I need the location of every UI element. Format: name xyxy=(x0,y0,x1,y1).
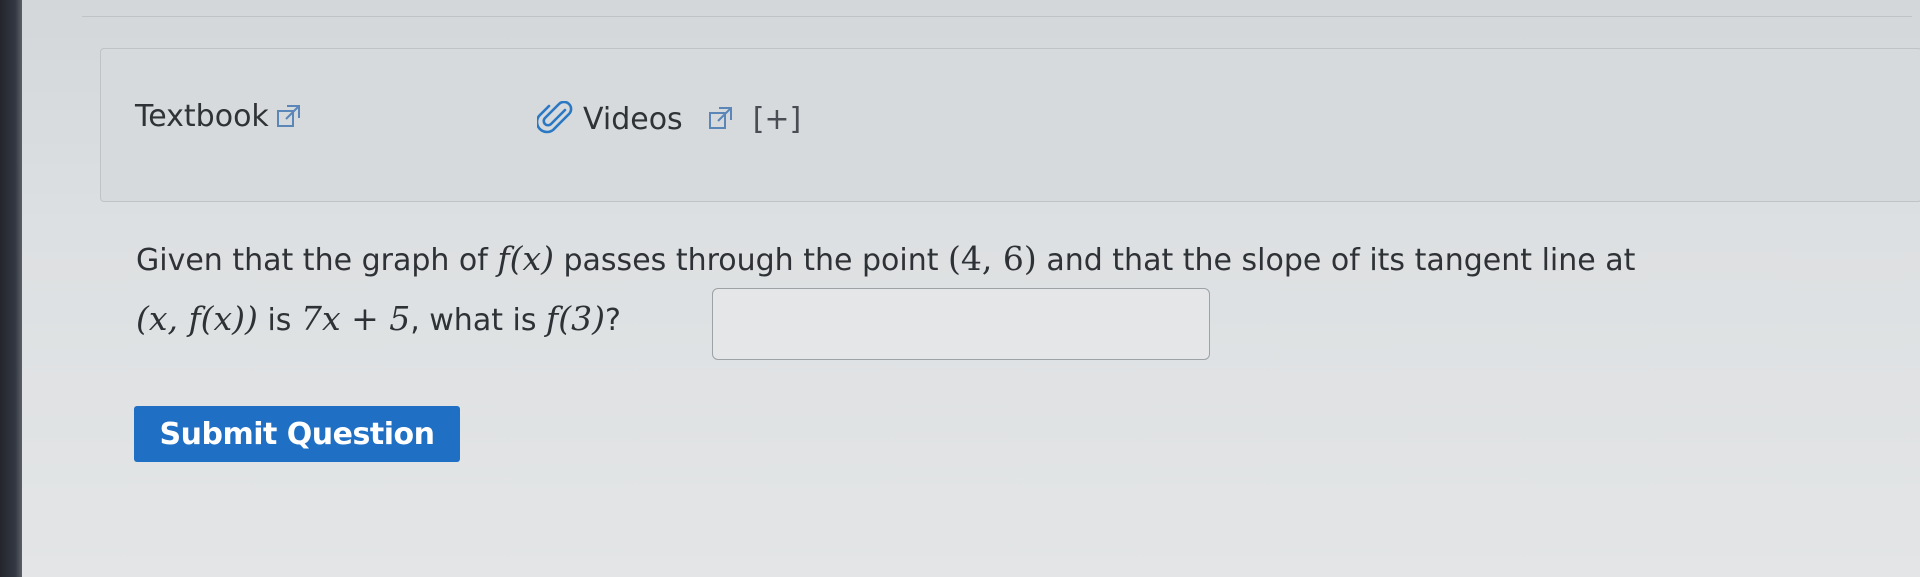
textbook-link[interactable]: Textbook xyxy=(135,99,303,134)
videos-link[interactable]: Videos [+] xyxy=(537,101,801,137)
resources-panel: Textbook Videos [+] xyxy=(100,48,1920,202)
expand-videos-button[interactable]: [+] xyxy=(753,102,802,137)
math-point: (4, 6) xyxy=(948,239,1037,278)
external-link-icon xyxy=(708,107,732,129)
math-xfx: (x, f(x)) xyxy=(136,299,258,338)
question-text-part: and that the slope of its tangent line a… xyxy=(1036,243,1636,278)
math-f3: f(3) xyxy=(546,299,605,338)
question-text-part: passes through the point xyxy=(553,243,949,278)
question-text-part: is xyxy=(257,303,301,338)
page: Textbook Videos [+] Given that the graph… xyxy=(22,0,1920,577)
answer-input[interactable] xyxy=(712,288,1210,360)
screen-bezel xyxy=(0,0,22,577)
videos-label: Videos xyxy=(583,101,683,137)
submit-question-button[interactable]: Submit Question xyxy=(134,406,460,462)
top-divider xyxy=(82,16,1912,17)
question-text-part: , what is xyxy=(410,303,547,338)
textbook-label: Textbook xyxy=(135,99,269,134)
question-text-part: Given that the graph of xyxy=(136,243,498,278)
external-link-icon xyxy=(276,104,300,127)
math-slope: 7x + 5 xyxy=(300,299,411,338)
math-fx: f(x) xyxy=(497,239,554,278)
question-text-part: ? xyxy=(604,303,621,338)
paperclip-icon xyxy=(537,101,573,134)
